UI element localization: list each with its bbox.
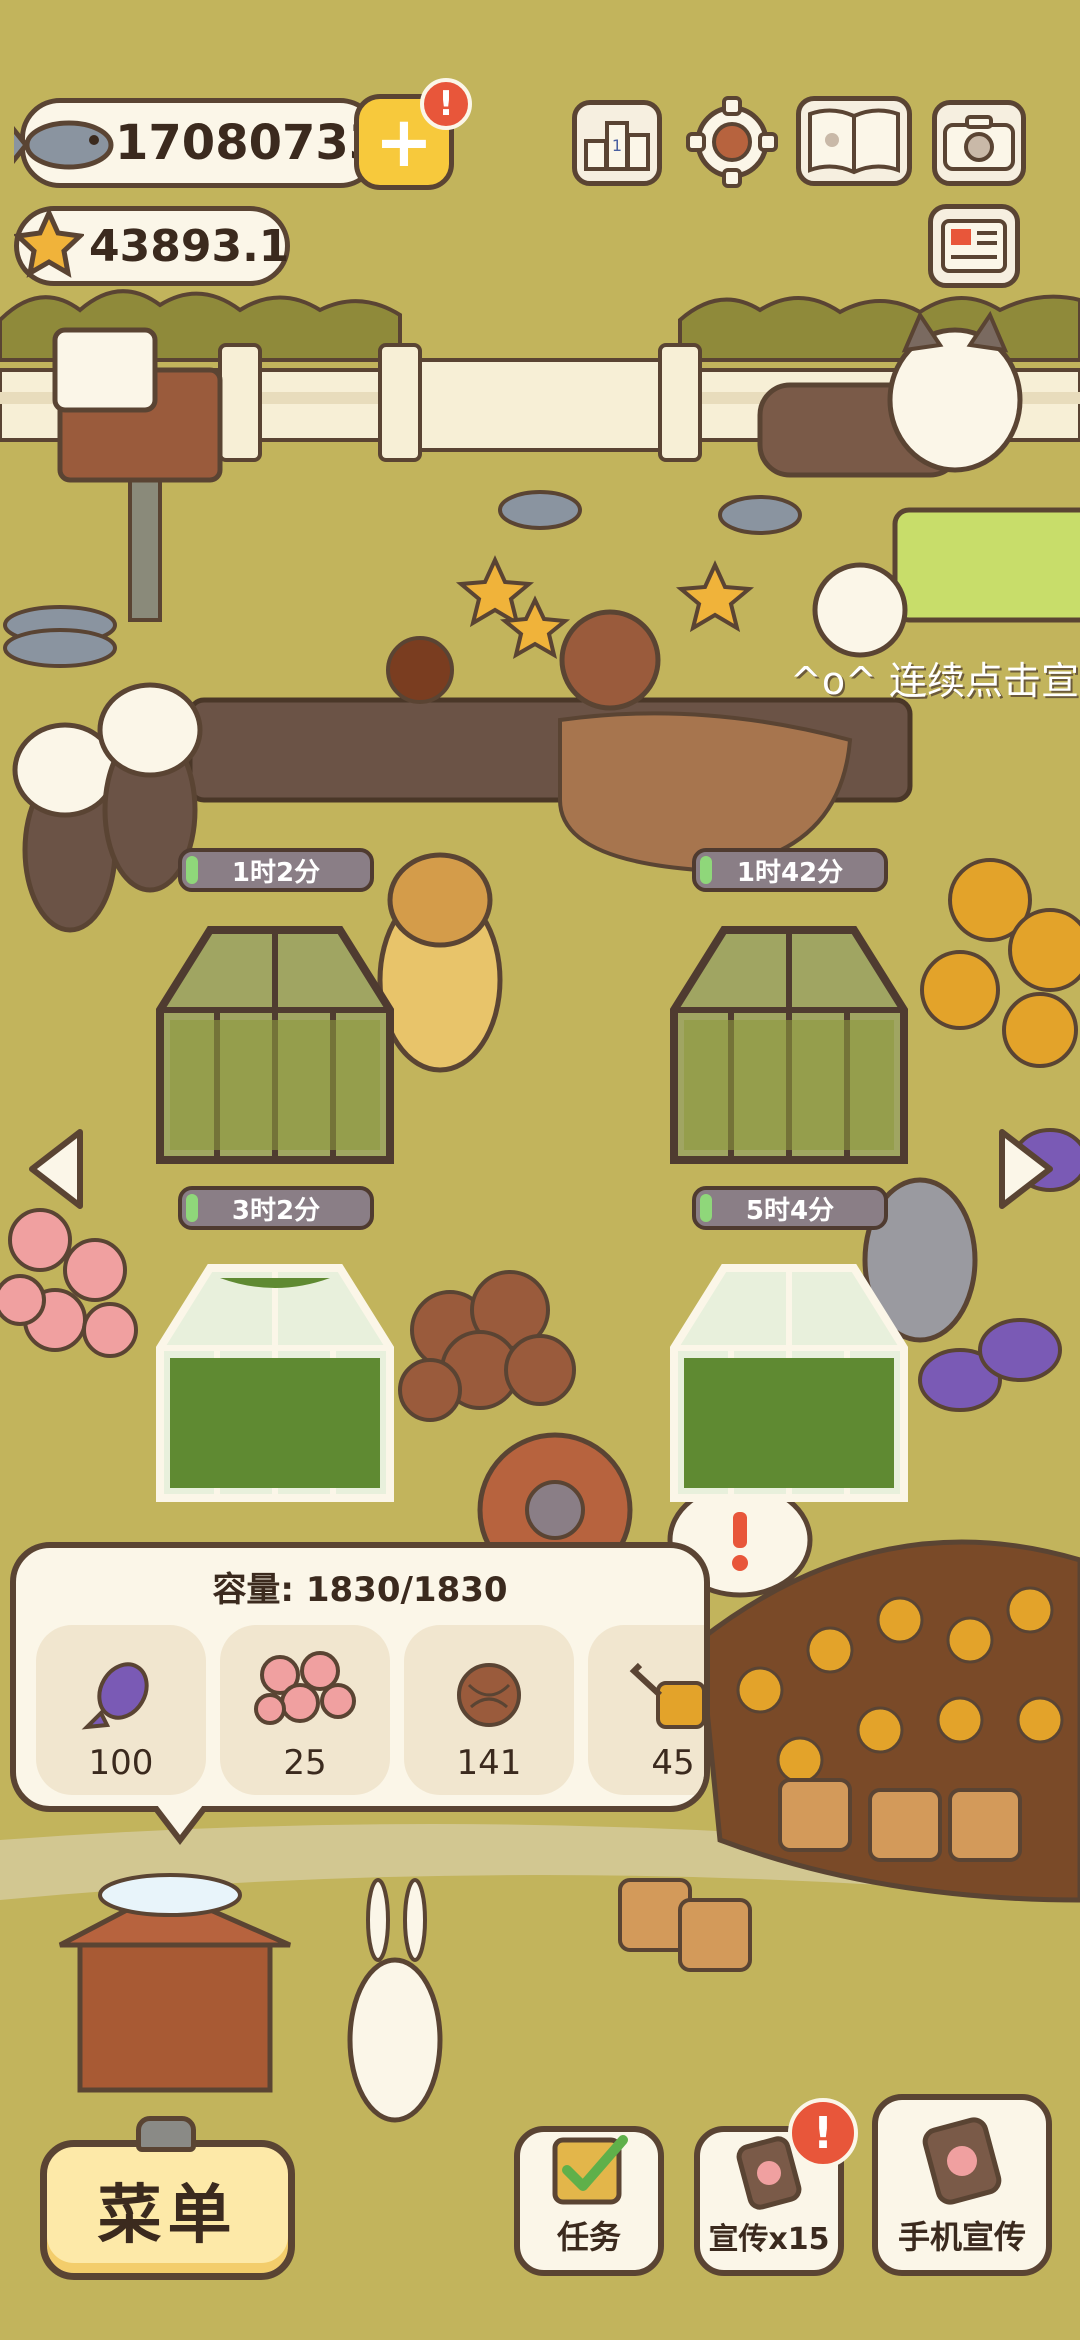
- item-count: 45: [651, 1743, 695, 1783]
- storage-slot[interactable]: 141: [404, 1625, 574, 1795]
- settings-button[interactable]: [686, 96, 778, 188]
- scroll-left-arrow[interactable]: [22, 1124, 92, 1214]
- catalog-button[interactable]: [796, 96, 912, 186]
- newspaper-icon: [941, 219, 1007, 273]
- promo-alert-badge: !: [788, 2098, 858, 2168]
- greenhouse-plot[interactable]: [664, 920, 914, 1170]
- menu-clip-icon: [136, 2116, 196, 2152]
- storage-slot[interactable]: 25: [220, 1625, 390, 1795]
- gear-icon: [686, 96, 778, 188]
- star-icon: [14, 208, 84, 278]
- promo-label: 宣传x15: [708, 2222, 830, 2257]
- storage-capacity: 容量: 1830/1830: [212, 1570, 508, 1610]
- plot-timer: 5时4分: [692, 1186, 888, 1230]
- item-count: 100: [88, 1743, 154, 1783]
- phone-promo-button[interactable]: 手机宣传: [872, 2094, 1052, 2276]
- fish-icon: [14, 120, 114, 170]
- fish-count: 17080733: [115, 115, 383, 171]
- greenhouse-plot[interactable]: [150, 1258, 400, 1508]
- popup-pointer: [151, 1806, 209, 1845]
- checklist-icon: [552, 2135, 628, 2205]
- menu-button[interactable]: 菜单: [40, 2140, 295, 2280]
- scroll-right-arrow[interactable]: [990, 1124, 1060, 1214]
- plot-timer: 3时2分: [178, 1186, 374, 1230]
- alert-badge: !: [420, 78, 472, 130]
- garden-scene: [0, 289, 1080, 2123]
- star-count: 43893.1: [89, 220, 290, 272]
- leaderboard-button[interactable]: 1: [572, 100, 662, 186]
- item-count: 141: [456, 1743, 522, 1783]
- phone-promo-icon: [922, 2117, 1002, 2205]
- greenhouse-plot[interactable]: [150, 920, 400, 1170]
- storage-slots: 100 25 141 45: [16, 1611, 704, 1806]
- storage-popup: 容量: 1830/1830 100 25 141 45: [10, 1542, 710, 1812]
- plot-timer: 1时42分: [692, 848, 888, 892]
- storage-slot[interactable]: 100: [36, 1625, 206, 1795]
- camera-icon: [943, 115, 1015, 171]
- watering-can-icon: [629, 1662, 704, 1729]
- timer-progress: [700, 1194, 712, 1222]
- catalog-book-icon: [808, 108, 900, 175]
- tasks-button[interactable]: 任务: [514, 2126, 664, 2276]
- item-count: 25: [283, 1743, 327, 1783]
- phone-promo-label: 手机宣传: [897, 2218, 1026, 2256]
- scroll-message: ^o^ 连续点击宣: [790, 659, 1080, 703]
- purple-fish-icon: [81, 1662, 149, 1730]
- greenhouse-plot[interactable]: [664, 1258, 914, 1508]
- timer-progress: [186, 1194, 198, 1222]
- leaderboard-icon: 1: [584, 121, 650, 171]
- timer-progress: [186, 856, 198, 884]
- timer-progress: [700, 856, 712, 884]
- svg-text:1: 1: [612, 136, 622, 155]
- storage-slot[interactable]: 45: [588, 1625, 704, 1795]
- plot-timer: 1时2分: [178, 848, 374, 892]
- newspaper-button[interactable]: [928, 204, 1020, 288]
- pink-flowers-icon: [254, 1651, 356, 1725]
- tasks-label: 任务: [556, 2218, 621, 2256]
- camera-button[interactable]: [932, 100, 1026, 186]
- brown-ball-icon: [457, 1663, 521, 1727]
